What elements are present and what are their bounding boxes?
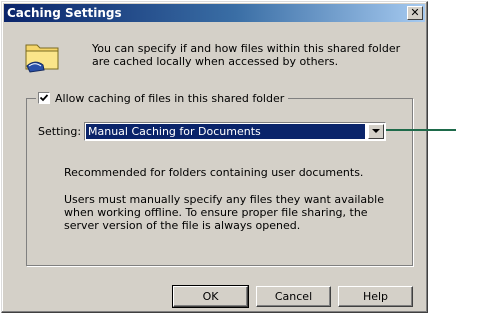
chevron-down-icon [372,129,380,133]
shared-folder-icon [24,39,62,73]
ok-button[interactable]: OK [172,285,249,308]
cancel-button[interactable]: Cancel [256,286,331,307]
close-icon: ✕ [410,6,420,19]
allow-caching-checkbox[interactable] [38,92,50,104]
setting-dropdown[interactable]: Manual Caching for Documents [84,122,386,141]
allow-caching-row[interactable]: Allow caching of files in this shared fo… [36,91,289,105]
setting-label: Setting: [38,125,82,138]
callout-badge-container: 15 [455,116,482,144]
window-title: Caching Settings [7,6,122,20]
help-button[interactable]: Help [338,286,413,307]
details-text: Users must manually specify any files th… [64,193,384,232]
title-bar[interactable]: Caching Settings ✕ [4,4,425,22]
setting-selected-value[interactable]: Manual Caching for Documents [86,124,365,139]
description-text: You can specify if and how files within … [92,42,401,68]
checkmark-icon [39,94,49,102]
dropdown-button[interactable] [368,124,384,139]
callout-leader-line [386,129,456,131]
close-button[interactable]: ✕ [407,6,423,20]
recommendation-text: Recommended for folders containing user … [64,166,364,179]
allow-caching-label: Allow caching of files in this shared fo… [55,91,285,105]
